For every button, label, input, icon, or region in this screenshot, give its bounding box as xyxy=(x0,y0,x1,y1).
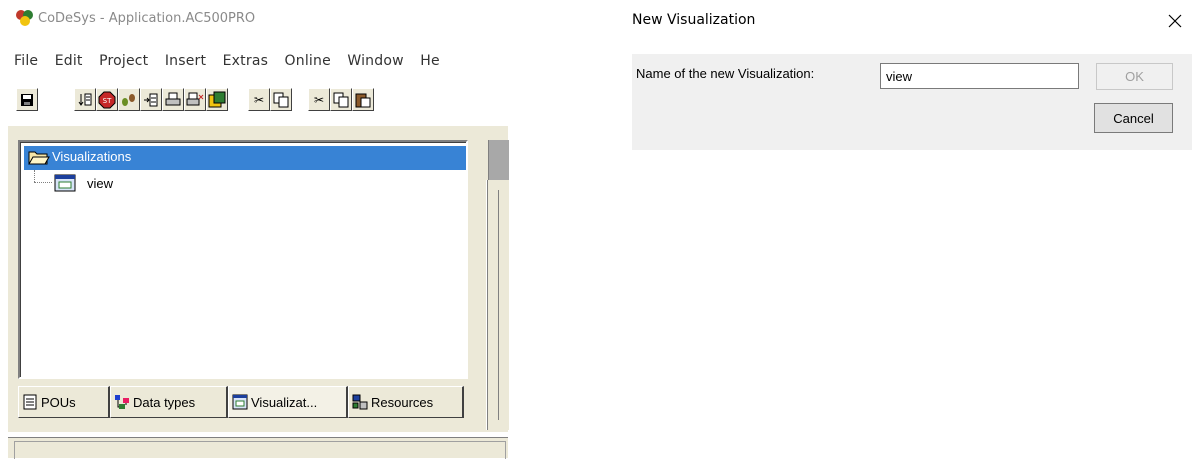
tab-resources[interactable]: Resources xyxy=(348,386,464,418)
menu-help[interactable]: He xyxy=(420,53,440,69)
tab-label: Resources xyxy=(371,394,434,410)
cut-button-2[interactable]: ✂ xyxy=(308,88,330,111)
print-setup-button[interactable] xyxy=(184,88,206,111)
tree-connector xyxy=(34,170,36,182)
data-types-icon xyxy=(115,395,129,409)
window-title: CoDeSys - Application.AC500PRO xyxy=(38,11,256,26)
copy-button-2[interactable] xyxy=(330,88,352,111)
name-label: Name of the new Visualization: xyxy=(636,66,815,81)
paste-button[interactable] xyxy=(352,88,374,111)
dialog-title: New Visualization xyxy=(632,12,756,28)
resources-icon xyxy=(352,394,368,410)
insert-row-icon xyxy=(144,93,158,106)
tab-data-types[interactable]: Data types xyxy=(110,386,228,418)
scrollbar-thumb[interactable] xyxy=(488,140,509,180)
tree-item-view[interactable]: view xyxy=(87,176,113,191)
copy-icon xyxy=(273,92,289,107)
step-icon xyxy=(122,93,135,106)
print-setup-icon xyxy=(186,92,204,105)
menu-window[interactable]: Window xyxy=(347,53,403,69)
visualization-name-input[interactable] xyxy=(880,63,1079,89)
menu-project[interactable]: Project xyxy=(99,53,148,69)
cut-icon: ✂ xyxy=(253,92,265,107)
menu-online[interactable]: Online xyxy=(285,53,331,69)
menu-file[interactable]: File xyxy=(14,53,38,69)
toolbar: ST ✂ ✂ xyxy=(16,88,508,116)
tree-root-label: Visualizations xyxy=(52,149,132,164)
print-icon xyxy=(165,92,181,105)
insert-row-button[interactable] xyxy=(140,88,162,111)
editor-pane-edge xyxy=(498,190,509,420)
folder-open-icon xyxy=(28,149,50,165)
menu-extras[interactable]: Extras xyxy=(223,53,268,69)
menu-bar: File Edit Project Insert Extras Online W… xyxy=(14,52,504,72)
paste-icon xyxy=(355,93,371,107)
object-tree[interactable] xyxy=(18,140,468,379)
copy-button[interactable] xyxy=(270,88,292,111)
codesys-logo-icon xyxy=(15,9,35,27)
tab-label: POUs xyxy=(41,394,76,410)
project-icon xyxy=(208,91,226,107)
tree-connector xyxy=(34,182,52,184)
tab-label: Visualizat... xyxy=(251,394,318,410)
menu-insert[interactable]: Insert xyxy=(165,53,206,69)
cancel-button[interactable]: Cancel xyxy=(1094,103,1173,133)
cut-button[interactable]: ✂ xyxy=(248,88,270,111)
step-button[interactable] xyxy=(118,88,140,111)
cut-icon: ✂ xyxy=(313,92,325,107)
status-field xyxy=(14,441,506,459)
tab-pous[interactable]: POUs xyxy=(18,386,110,418)
close-button[interactable] xyxy=(1158,6,1192,36)
print-button[interactable] xyxy=(162,88,184,111)
copy-icon xyxy=(333,92,349,107)
object-tabs: POUs Data types Visualizat... Resources xyxy=(18,386,470,420)
save-icon xyxy=(21,93,33,106)
visualization-icon xyxy=(54,174,76,192)
insert-button[interactable] xyxy=(74,88,96,111)
save-button[interactable] xyxy=(16,88,38,111)
stop-button[interactable]: ST xyxy=(96,88,118,111)
close-icon xyxy=(1168,14,1182,28)
svg-text:ST: ST xyxy=(103,97,112,105)
tab-label: Data types xyxy=(133,394,196,410)
document-icon xyxy=(23,394,37,410)
visualization-icon xyxy=(232,394,248,410)
menu-edit[interactable]: Edit xyxy=(55,53,83,69)
stop-icon: ST xyxy=(98,91,116,108)
project-button[interactable] xyxy=(206,88,228,111)
ok-button[interactable]: OK xyxy=(1096,63,1173,90)
insert-icon xyxy=(78,93,92,106)
tab-visualizations[interactable]: Visualizat... xyxy=(228,386,348,418)
